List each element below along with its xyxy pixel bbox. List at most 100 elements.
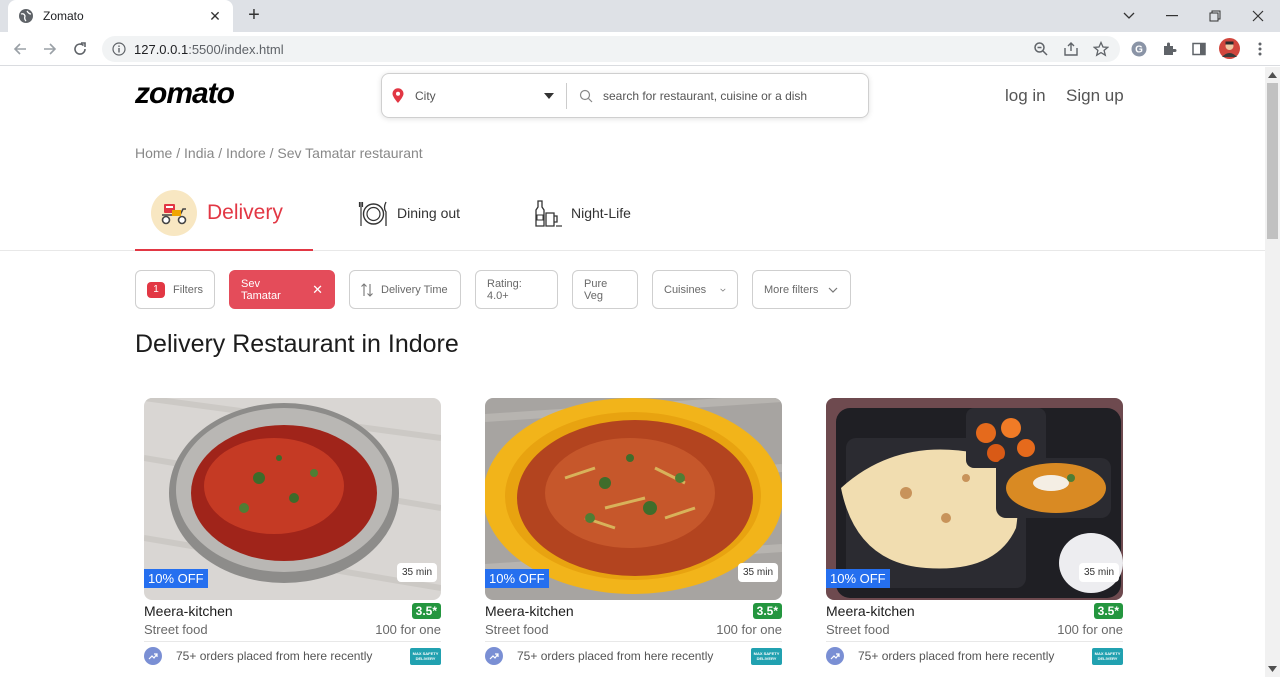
- city-selector[interactable]: City: [382, 82, 567, 109]
- tab-dining-out-label: Dining out: [397, 205, 461, 221]
- cuisines-dropdown[interactable]: Cuisines: [652, 270, 738, 309]
- tab-night-life-label: Night-Life: [571, 205, 631, 221]
- trending-icon: [826, 647, 844, 665]
- search-input[interactable]: search for restaurant, cuisine or a dish: [567, 89, 868, 103]
- new-tab-icon[interactable]: +: [243, 4, 265, 26]
- rating-badge: 3.5*: [411, 603, 441, 619]
- orders-text: 75+ orders placed from here recently: [858, 649, 1055, 663]
- rating-filter-label: Rating: 4.0+: [487, 277, 522, 302]
- search-placeholder: search for restaurant, cuisine or a dish: [603, 88, 808, 103]
- side-panel-icon[interactable]: [1190, 40, 1208, 58]
- cuisine-text: Street food: [485, 622, 549, 637]
- delivery-time-badge: 35 min: [1078, 563, 1119, 582]
- restaurant-name[interactable]: Meera-kitchen: [826, 603, 915, 619]
- browser-tab-bar: Zomato ✕ +: [0, 0, 1280, 32]
- active-tab-underline: [135, 249, 313, 251]
- extensions-puzzle-icon[interactable]: [1160, 40, 1178, 58]
- price-text: 100 for one: [1057, 622, 1123, 637]
- max-safety-icon: MAX SAFETY DELIVERY: [410, 647, 441, 665]
- rating-filter-button[interactable]: Rating: 4.0+: [475, 270, 558, 309]
- tab-delivery[interactable]: Delivery: [151, 175, 283, 251]
- location-pin-icon: [392, 87, 404, 103]
- chevron-down-icon: [720, 288, 726, 292]
- back-icon[interactable]: [9, 38, 31, 60]
- tab-search-icon[interactable]: [1107, 0, 1151, 32]
- tab-night-life[interactable]: Night-Life: [532, 175, 631, 251]
- restaurant-name[interactable]: Meera-kitchen: [144, 603, 233, 619]
- url-field[interactable]: 127.0.0.1:5500/index.html: [102, 36, 1120, 62]
- cuisines-label: Cuisines: [664, 283, 707, 296]
- restaurant-card[interactable]: 10% OFF 35 min Meera-kitchen 3.5* Street…: [144, 398, 441, 665]
- svg-text:G: G: [1135, 45, 1143, 56]
- restaurant-card[interactable]: 10% OFF 35 min Meera-kitchen 3.5* Street…: [485, 398, 782, 665]
- cuisine-text: Street food: [826, 622, 890, 637]
- page-heading: Delivery Restaurant in Indore: [135, 330, 459, 358]
- tab-title: Zomato: [43, 9, 84, 23]
- filters-button[interactable]: 1 Filters: [135, 270, 215, 309]
- globe-icon: [19, 9, 33, 23]
- trending-icon: [485, 647, 503, 665]
- share-icon[interactable]: [1063, 41, 1079, 57]
- delivery-time-label: Delivery Time: [381, 283, 448, 296]
- delivery-scooter-icon: [151, 190, 197, 236]
- browser-menu-icon[interactable]: [1251, 40, 1269, 58]
- reload-icon[interactable]: [69, 38, 91, 60]
- breadcrumb: Home / India / Indore / Sev Tamatar rest…: [135, 145, 423, 161]
- more-filters-dropdown[interactable]: More filters: [752, 270, 851, 309]
- restore-icon[interactable]: [1193, 0, 1237, 32]
- filter-count-badge: 1: [147, 281, 166, 298]
- restaurant-image[interactable]: 10% OFF 35 min: [485, 398, 782, 600]
- search-icon: [579, 89, 593, 102]
- scroll-down-icon[interactable]: [1268, 665, 1277, 673]
- city-label: City: [415, 88, 436, 103]
- info-icon[interactable]: [112, 42, 126, 56]
- more-filters-label: More filters: [764, 283, 819, 296]
- minimize-icon[interactable]: [1150, 0, 1194, 32]
- restaurant-name[interactable]: Meera-kitchen: [485, 603, 574, 619]
- browser-tab[interactable]: Zomato ✕: [8, 0, 233, 32]
- scrollbar-thumb[interactable]: [1267, 83, 1278, 239]
- pure-veg-label: Pure Veg: [584, 277, 608, 302]
- dining-plate-icon: [358, 201, 387, 226]
- rating-badge: 3.5*: [1093, 603, 1123, 619]
- tab-dining-out[interactable]: Dining out: [358, 175, 460, 251]
- max-safety-icon: MAX SAFETY DELIVERY: [1092, 647, 1123, 665]
- delivery-time-button[interactable]: Delivery Time: [349, 270, 461, 309]
- pure-veg-button[interactable]: Pure Veg: [572, 270, 638, 309]
- offer-badge: 10% OFF: [485, 569, 549, 588]
- sort-arrows-icon: [361, 282, 373, 297]
- orders-text: 75+ orders placed from here recently: [176, 649, 373, 663]
- zomato-logo[interactable]: zomato: [135, 77, 235, 111]
- url-text: 127.0.0.1:5500/index.html: [134, 41, 284, 57]
- signup-link[interactable]: Sign up: [1066, 86, 1124, 106]
- cuisine-text: Street food: [144, 622, 208, 637]
- night-life-bottles-icon: [535, 199, 562, 227]
- restaurant-image[interactable]: 10% OFF 35 min: [826, 398, 1123, 600]
- orders-text: 75+ orders placed from here recently: [517, 649, 714, 663]
- price-text: 100 for one: [716, 622, 782, 637]
- page-scrollbar[interactable]: [1265, 67, 1280, 677]
- remove-filter-icon[interactable]: ✕: [312, 282, 323, 298]
- login-link[interactable]: log in: [1005, 86, 1046, 106]
- max-safety-icon: MAX SAFETY DELIVERY: [751, 647, 782, 665]
- tab-close-icon[interactable]: ✕: [207, 8, 223, 25]
- restaurant-image[interactable]: 10% OFF 35 min: [144, 398, 441, 600]
- trending-icon: [144, 647, 162, 665]
- zoom-icon[interactable]: [1033, 41, 1049, 57]
- profile-avatar[interactable]: [1219, 38, 1240, 59]
- search-bar: City search for restaurant, cuisine or a…: [381, 73, 869, 118]
- extension-grammarly-icon[interactable]: G: [1130, 40, 1148, 58]
- offer-badge: 10% OFF: [826, 569, 890, 588]
- offer-badge: 10% OFF: [144, 569, 208, 588]
- restaurant-card[interactable]: 10% OFF 35 min Meera-kitchen 3.5* Street…: [826, 398, 1123, 665]
- caret-down-icon[interactable]: [544, 92, 554, 99]
- scroll-up-icon[interactable]: [1268, 71, 1277, 79]
- page-viewport: zomato City search for restaurant, cuisi…: [0, 67, 1265, 677]
- price-text: 100 for one: [375, 622, 441, 637]
- delivery-time-badge: 35 min: [396, 563, 437, 582]
- forward-icon[interactable]: [39, 38, 61, 60]
- window-close-icon[interactable]: [1236, 0, 1280, 32]
- bookmark-star-icon[interactable]: [1093, 41, 1109, 57]
- filters-label: Filters: [173, 283, 203, 296]
- active-filter-chip[interactable]: Sev Tamatar ✕: [229, 270, 335, 309]
